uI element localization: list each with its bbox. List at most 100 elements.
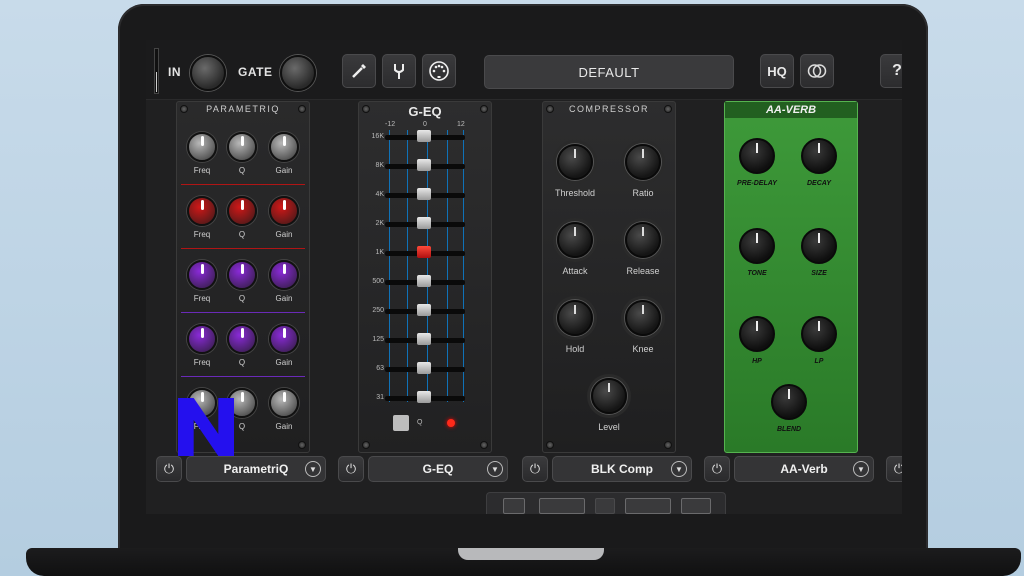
geq-slider-handle[interactable] xyxy=(417,217,431,229)
band-2-gain-knob[interactable] xyxy=(269,196,299,226)
help-button[interactable]: ? xyxy=(880,54,902,88)
geq-slider-handle[interactable] xyxy=(417,275,431,287)
band-5-gain-label: Gain xyxy=(275,422,293,431)
slot-4: ⏻ AA-Verb ▼ xyxy=(704,456,874,482)
input-knob[interactable] xyxy=(190,55,226,91)
band-4-gain-knob[interactable] xyxy=(269,324,299,354)
slot-1-power-button[interactable]: ⏻ xyxy=(156,456,182,482)
geq-slider-handle[interactable] xyxy=(417,304,431,316)
ratio-knob[interactable] xyxy=(625,144,661,180)
geq-band-1k-slider[interactable] xyxy=(385,246,465,260)
slot-1-name-button[interactable]: ParametriQ ▼ xyxy=(186,456,326,482)
compressor-module: COMPRESSOR Threshold Ratio Attack Release Ho… xyxy=(542,101,676,453)
slot-4-power-button[interactable]: ⏻ xyxy=(704,456,730,482)
knee-knob[interactable] xyxy=(625,300,661,336)
compare-button[interactable] xyxy=(800,54,834,88)
geq-band-label: 2K xyxy=(375,220,384,227)
blend-knob[interactable] xyxy=(771,384,807,420)
geq-band-250-slider[interactable] xyxy=(385,304,465,318)
band-1-gain-label: Gain xyxy=(275,166,293,175)
geq-band-4k-slider[interactable] xyxy=(385,188,465,202)
band-2-freq-label: Freq xyxy=(193,230,211,239)
geq-band-2k-slider[interactable] xyxy=(385,217,465,231)
chevron-down-icon[interactable]: ▼ xyxy=(487,461,503,477)
geq-slider-handle[interactable] xyxy=(417,130,431,142)
chevron-down-icon[interactable]: ▼ xyxy=(305,461,321,477)
parametriq-title: PARAMETRIQ xyxy=(206,104,280,114)
preset-name-display[interactable]: DEFAULT xyxy=(484,55,734,89)
geq-band-31-slider[interactable] xyxy=(385,391,465,405)
band-4-freq-knob[interactable] xyxy=(187,324,217,354)
tuner-button[interactable] xyxy=(382,54,416,88)
midi-button[interactable] xyxy=(422,54,456,88)
geq-band-125-slider[interactable] xyxy=(385,333,465,347)
geq-slider-handle[interactable] xyxy=(417,362,431,374)
reverb-module: AA-VERB PRE-DELAY DECAY TONE SIZE HP LP BLEND xyxy=(724,101,858,453)
lp-knob[interactable] xyxy=(801,316,837,352)
reverb-title: AA-VERB xyxy=(725,102,857,118)
slot-2-name-button[interactable]: G-EQ ▼ xyxy=(368,456,508,482)
geq-band-500-slider[interactable] xyxy=(385,275,465,289)
geq-slider-handle[interactable] xyxy=(417,246,431,258)
geq-band-63-slider[interactable] xyxy=(385,362,465,376)
slot-2-power-button[interactable]: ⏻ xyxy=(338,456,364,482)
geq-band-16k-slider[interactable] xyxy=(385,130,465,144)
band-3-gain-knob[interactable] xyxy=(269,260,299,290)
decay-knob[interactable] xyxy=(801,138,837,174)
geq-slider-handle[interactable] xyxy=(417,159,431,171)
tray-button-5[interactable] xyxy=(681,498,711,514)
slot-4-name-button[interactable]: AA-Verb ▼ xyxy=(734,456,874,482)
geq-slider-handle[interactable] xyxy=(417,391,431,403)
hq-button[interactable]: HQ xyxy=(760,54,794,88)
band-3-q-knob[interactable] xyxy=(227,260,257,290)
geq-slider-handle[interactable] xyxy=(417,188,431,200)
threshold-label: Threshold xyxy=(554,188,596,198)
band-separator xyxy=(181,312,305,313)
band-3-q-label: Q xyxy=(238,294,246,303)
tray-button-3[interactable] xyxy=(595,498,615,514)
app-screen: IN GATE DEFAULT HQ ? PARAMETRIQ Freq Q Gai… xyxy=(146,40,902,514)
chevron-down-icon[interactable]: ▼ xyxy=(671,461,687,477)
guitar-cable-icon xyxy=(352,64,366,78)
laptop-notch xyxy=(458,548,604,560)
geq-slider-handle[interactable] xyxy=(417,333,431,345)
band-5-gain-knob[interactable] xyxy=(269,388,299,418)
geq-band-label: 4K xyxy=(375,191,384,198)
q-toggle-button[interactable] xyxy=(393,415,409,431)
band-3-freq-knob[interactable] xyxy=(187,260,217,290)
slot-3-power-button[interactable]: ⏻ xyxy=(522,456,548,482)
tray-button-2[interactable] xyxy=(539,498,585,514)
band-1-freq-knob[interactable] xyxy=(187,132,217,162)
gate-knob[interactable] xyxy=(280,55,316,91)
band-1-gain-knob[interactable] xyxy=(269,132,299,162)
tray-button-4[interactable] xyxy=(625,498,671,514)
attack-knob[interactable] xyxy=(557,222,593,258)
slot-5-power-button[interactable]: ⏻ xyxy=(886,456,902,482)
band-1-q-knob[interactable] xyxy=(227,132,257,162)
slot-1-name: ParametriQ xyxy=(223,462,289,476)
threshold-knob[interactable] xyxy=(557,144,593,180)
hp-knob[interactable] xyxy=(739,316,775,352)
parametriq-module: PARAMETRIQ Freq Q Gain Freq Q Gain Freq Q Gain Fr… xyxy=(176,101,310,453)
band-2-q-knob[interactable] xyxy=(227,196,257,226)
parametriq-band-2: Freq Q Gain xyxy=(177,190,309,254)
guitar-cable-button[interactable] xyxy=(342,54,376,88)
geq-band-8k-slider[interactable] xyxy=(385,159,465,173)
input-meter xyxy=(154,48,159,94)
parametriq-band-4: Freq Q Gain xyxy=(177,318,309,382)
pre-delay-knob[interactable] xyxy=(739,138,775,174)
level-knob[interactable] xyxy=(591,378,627,414)
tray-button-1[interactable] xyxy=(503,498,525,514)
band-2-freq-knob[interactable] xyxy=(187,196,217,226)
band-4-q-knob[interactable] xyxy=(227,324,257,354)
chevron-down-icon[interactable]: ▼ xyxy=(853,461,869,477)
release-knob[interactable] xyxy=(625,222,661,258)
size-knob[interactable] xyxy=(801,228,837,264)
geq-band-label: 250 xyxy=(372,307,384,314)
hold-knob[interactable] xyxy=(557,300,593,336)
tone-knob[interactable] xyxy=(739,228,775,264)
geq-scale-max: 12 xyxy=(457,121,465,128)
slot-3-name-button[interactable]: BLK Comp ▼ xyxy=(552,456,692,482)
tuning-fork-icon xyxy=(394,64,404,79)
midi-icon xyxy=(429,61,449,81)
